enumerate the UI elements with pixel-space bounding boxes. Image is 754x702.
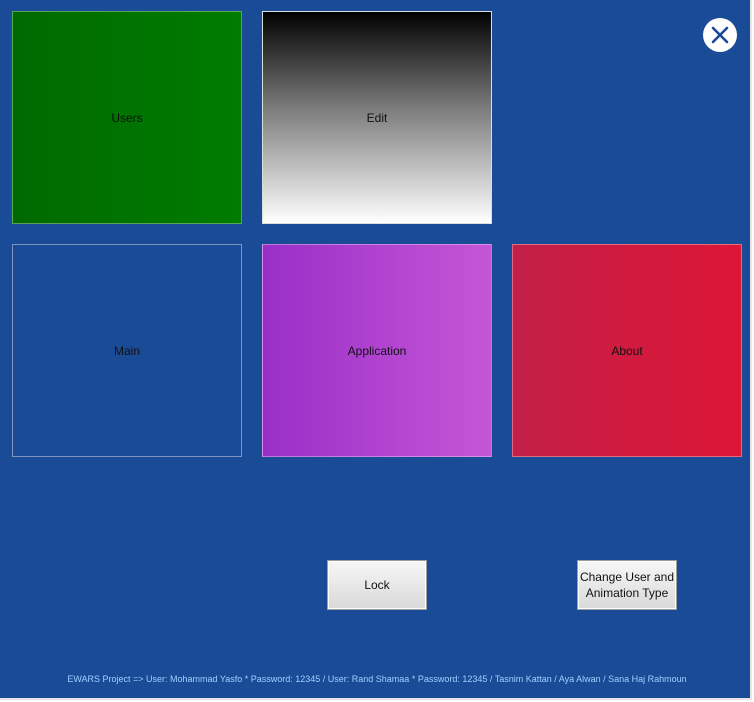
about-tile-label: About (611, 343, 643, 358)
application-tile[interactable]: Application (262, 244, 492, 457)
lock-button-label: Lock (364, 578, 390, 592)
application-tile-label: Application (347, 343, 407, 358)
users-tile-label: Users (111, 110, 143, 125)
main-tile[interactable]: Main (12, 244, 242, 457)
about-tile[interactable]: About (512, 244, 742, 457)
main-window: Users Edit Main Application About Lock C… (0, 0, 752, 700)
close-button[interactable] (703, 18, 737, 52)
close-icon (711, 26, 729, 44)
change-user-button-label: Change User and Animation Type (579, 570, 675, 600)
edit-tile[interactable]: Edit (262, 11, 492, 224)
footer-credits: EWARS Project => User: Mohammad Yasfo * … (67, 674, 687, 684)
edit-tile-label: Edit (366, 110, 388, 125)
lock-button[interactable]: Lock (327, 560, 427, 610)
change-user-button[interactable]: Change User and Animation Type (577, 560, 677, 610)
users-tile[interactable]: Users (12, 11, 242, 224)
main-tile-label: Main (113, 343, 140, 358)
